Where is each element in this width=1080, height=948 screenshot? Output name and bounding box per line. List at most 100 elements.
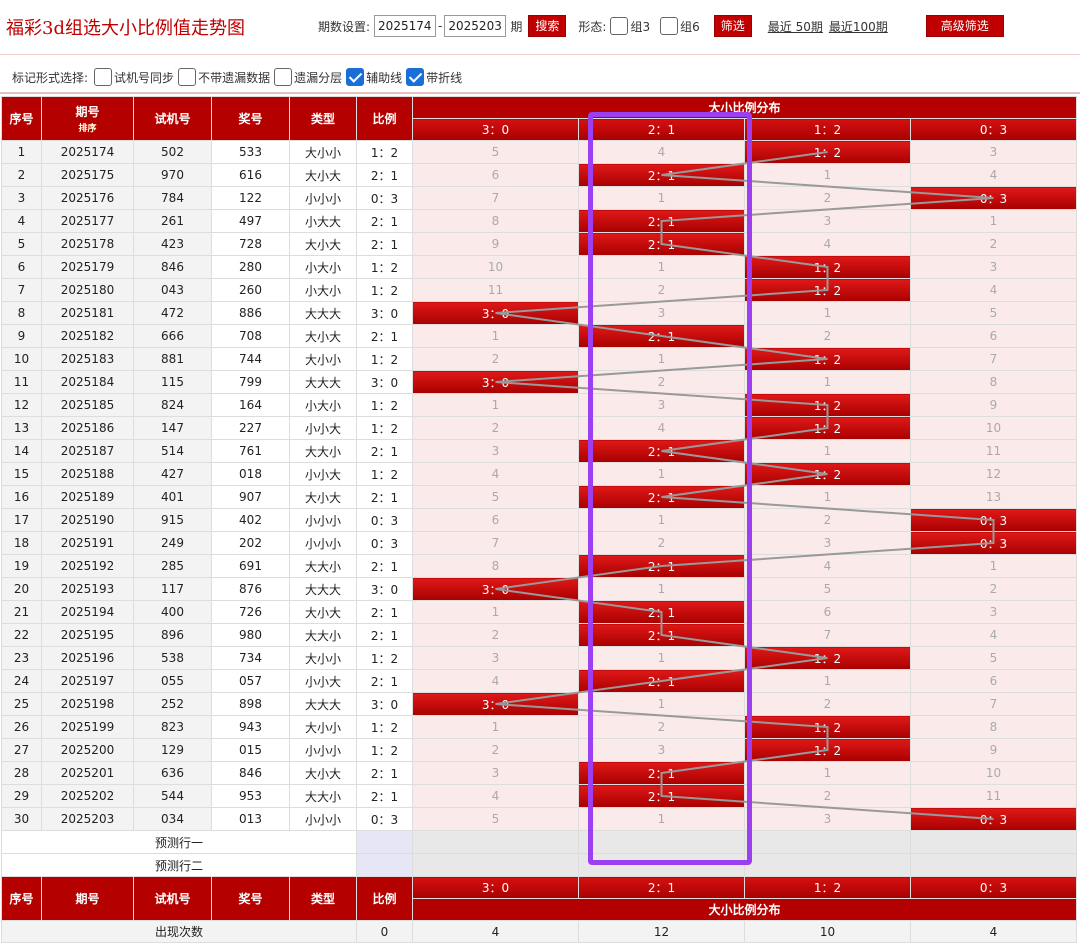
- prize-cell: 876: [211, 577, 290, 601]
- dist-miss-cell: 2: [910, 577, 1077, 601]
- seq-cell: 19: [1, 554, 42, 578]
- type-cell: 大大小: [289, 623, 357, 647]
- dist-miss-cell: 4: [910, 163, 1077, 187]
- table-row: 1 2025174 502 533 大小小 1：2 5 4 1：2 3: [1, 140, 1077, 164]
- ratio-cell: 1：2: [356, 255, 413, 279]
- type-cell: 大大小: [289, 554, 357, 578]
- type-cell: 大小小: [289, 347, 357, 371]
- table-row: 26 2025199 823 943 大小小 1：2 1 2 1：2 8: [1, 715, 1077, 739]
- dist-miss-cell: 7: [910, 347, 1077, 371]
- col-prize: 奖号: [211, 96, 290, 141]
- table-row: 5 2025178 423 728 大小大 2：1 9 2：1 4 2: [1, 232, 1077, 256]
- group6-label: 组6: [680, 19, 700, 34]
- foot-dist: 大小比例分布: [412, 898, 1077, 921]
- dist-miss-cell: 1: [412, 715, 579, 739]
- dist-miss-cell: 1: [744, 761, 911, 785]
- ratio-cell: 0：3: [356, 531, 413, 555]
- filter-button[interactable]: 筛选: [713, 15, 752, 37]
- dist-miss-cell: 7: [744, 623, 911, 647]
- aux-line-checkbox[interactable]: [346, 68, 365, 86]
- dist-miss-cell: 7: [910, 692, 1077, 716]
- issue-cell: 2025176: [41, 186, 134, 210]
- trial-cell: 846: [133, 255, 212, 279]
- dist-miss-cell: 5: [412, 485, 579, 509]
- ratio-cell: 2：1: [356, 232, 413, 256]
- issue-cell: 2025189: [41, 485, 134, 509]
- ratio-cell: 3：0: [356, 577, 413, 601]
- issue-cell: 2025201: [41, 761, 134, 785]
- trial-cell: 252: [133, 692, 212, 716]
- seq-cell: 12: [1, 393, 42, 417]
- dist-hit-cell: 1：2: [744, 278, 911, 302]
- type-cell: 小大小: [289, 393, 357, 417]
- prize-cell: 980: [211, 623, 290, 647]
- trial-cell: 115: [133, 370, 212, 394]
- period-to-input[interactable]: [444, 15, 507, 37]
- trial-cell: 896: [133, 623, 212, 647]
- issue-cell: 2025195: [41, 623, 134, 647]
- dist-miss-cell: 2: [744, 324, 911, 348]
- trial-cell: 915: [133, 508, 212, 532]
- no-miss-checkbox[interactable]: [178, 68, 197, 86]
- col-type: 类型: [289, 96, 357, 141]
- dist-miss-cell: 2: [412, 623, 579, 647]
- issue-cell: 2025198: [41, 692, 134, 716]
- dist-hit-cell: 1：2: [744, 715, 911, 739]
- ratio-cell: 2：1: [356, 209, 413, 233]
- group6-checkbox[interactable]: [660, 17, 679, 35]
- issue-cell: 2025200: [41, 738, 134, 762]
- recent100-link[interactable]: 最近100期: [829, 18, 888, 35]
- shape-label: 形态:: [578, 19, 607, 34]
- dist-miss-cell: 10: [910, 761, 1077, 785]
- prize-cell: 691: [211, 554, 290, 578]
- type-cell: 小大小: [289, 278, 357, 302]
- table-row: 25 2025198 252 898 大大大 3：0 3：0 1 2 7: [1, 692, 1077, 716]
- predict-row-2[interactable]: 预测行二: [1, 853, 357, 877]
- recent50-link[interactable]: 最近 50期: [768, 18, 823, 35]
- trial-cell: 423: [133, 232, 212, 256]
- dist-miss-cell: 11: [910, 439, 1077, 463]
- dist-col-12: 1：2: [744, 118, 911, 141]
- options-label: 标记形式选择:: [12, 70, 89, 85]
- issue-cell: 2025180: [41, 278, 134, 302]
- mark-options: 标记形式选择: 试机号同步 不带遗漏数据 遗漏分层 辅助线 带折线: [12, 66, 462, 88]
- seq-cell: 27: [1, 738, 42, 762]
- seq-cell: 3: [1, 186, 42, 210]
- miss-layer-checkbox[interactable]: [274, 68, 293, 86]
- type-cell: 大大小: [289, 439, 357, 463]
- advanced-filter-button[interactable]: 高级筛选: [925, 15, 1004, 37]
- type-cell: 小小小: [289, 508, 357, 532]
- prize-cell: 122: [211, 186, 290, 210]
- dist-col-03: 0：3: [910, 118, 1077, 141]
- type-cell: 大小大: [289, 163, 357, 187]
- sync-trial-checkbox[interactable]: [94, 68, 113, 86]
- dist-miss-cell: 3: [412, 646, 579, 670]
- ratio-cell: 3：0: [356, 370, 413, 394]
- no-miss-label: 不带遗漏数据: [198, 70, 271, 85]
- prize-cell: 533: [211, 140, 290, 164]
- polyline-checkbox[interactable]: [406, 68, 425, 86]
- prize-cell: 015: [211, 738, 290, 762]
- dist-miss-cell: 2: [412, 416, 579, 440]
- header-divider: [0, 92, 1080, 94]
- issue-cell: 2025192: [41, 554, 134, 578]
- dist-miss-cell: 3: [744, 209, 911, 233]
- dist-miss-cell: 5: [744, 577, 911, 601]
- sort-label[interactable]: 排序: [78, 124, 96, 134]
- dist-hit-cell: 3：0: [412, 370, 579, 394]
- foot-ratio: 比例: [356, 876, 413, 921]
- predict-row-1[interactable]: 预测行一: [1, 830, 357, 854]
- col-trial: 试机号: [133, 96, 212, 141]
- issue-cell: 2025175: [41, 163, 134, 187]
- prize-cell: 018: [211, 462, 290, 486]
- dist-miss-cell: 11: [412, 278, 579, 302]
- seq-cell: 28: [1, 761, 42, 785]
- table-row: 8 2025181 472 886 大大大 3：0 3：0 3 1 5: [1, 301, 1077, 325]
- dist-hit-cell: 1：2: [744, 255, 911, 279]
- search-button[interactable]: 搜索: [528, 15, 567, 37]
- issue-cell: 2025194: [41, 600, 134, 624]
- group3-checkbox[interactable]: [610, 17, 629, 35]
- col-issue[interactable]: 期号 排序: [41, 96, 134, 141]
- period-from-input[interactable]: [374, 15, 437, 37]
- table-row: 23 2025196 538 734 大小小 1：2 3 1 1：2 5: [1, 646, 1077, 670]
